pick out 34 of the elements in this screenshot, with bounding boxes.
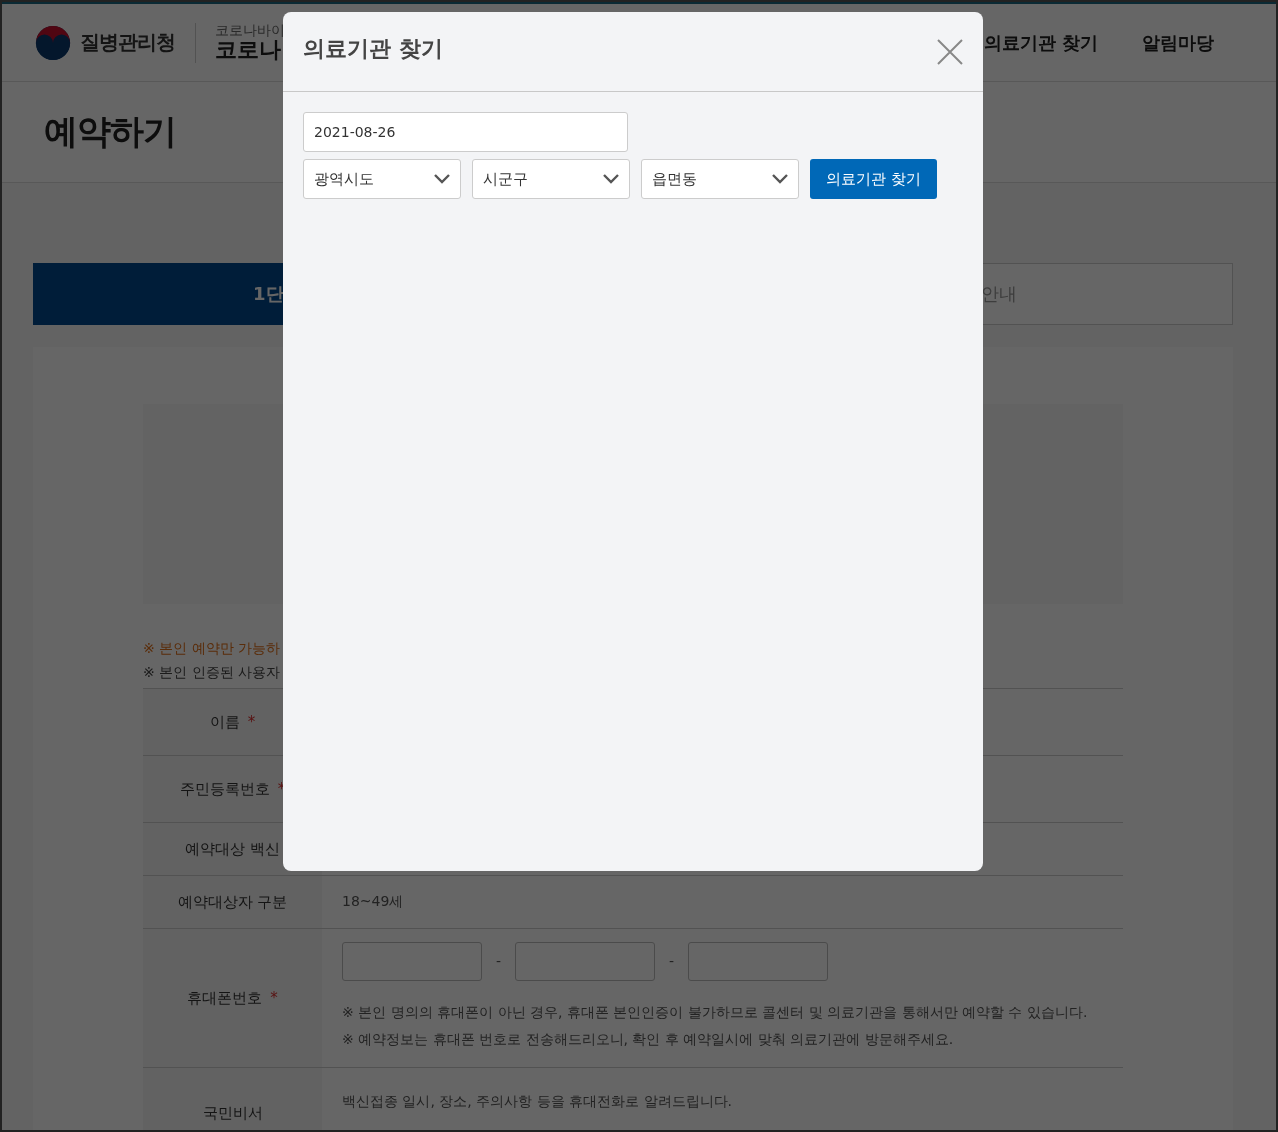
phone-field[interactable] xyxy=(342,942,482,981)
dash: - xyxy=(496,952,502,971)
field-value: 백신접종 일시, 장소, 주의사항 등을 휴대전화로 알려드립니다. xyxy=(342,1093,734,1111)
site-subtitle: 코로나바이 xyxy=(215,22,285,39)
field-label: 휴대폰번호 xyxy=(187,988,263,1008)
chevron-icon xyxy=(434,174,450,184)
modal-title: 의료기관 찾기 xyxy=(303,34,443,63)
logo-icon xyxy=(34,23,72,62)
dropdown[interactable]: 시군구 xyxy=(472,159,630,199)
site-title: 코로나 xyxy=(215,38,282,63)
field-label: 주민등록번호 xyxy=(179,779,270,799)
page-title: 예약하기 xyxy=(44,110,176,153)
search-button[interactable]: 의료기관 찾기 xyxy=(810,159,937,199)
dash: - xyxy=(669,952,675,971)
required-mark: * xyxy=(247,713,256,731)
agency-name: 질병관리청 xyxy=(80,29,175,56)
close-icon[interactable] xyxy=(937,38,963,65)
notice-text: ※ 본인 예약만 가능하 xyxy=(143,640,282,658)
field-label: 국민비서 xyxy=(202,1104,263,1123)
field-label: 예약대상 백신 xyxy=(185,839,280,859)
notice-text: ※ 본인 인증된 사용자 xyxy=(143,664,282,682)
phone-field[interactable] xyxy=(515,942,656,981)
field-label: 이름 xyxy=(209,712,240,732)
field-label: 예약대상자 구분 xyxy=(177,892,288,912)
dropdown[interactable]: 읍면동 xyxy=(641,159,799,199)
field-value: 18~49세 xyxy=(342,893,405,911)
required-mark: * xyxy=(270,989,278,1007)
phone-note: ※ 예약정보는 휴대폰 번호로 전송해드리오니, 확인 후 예약일시에 맞춰 의료기관에 방문해주세요. xyxy=(342,1030,955,1049)
phone-note: ※ 본인 명의의 휴대폰이 아닌 경우, 휴대폰 본인인증이 불가하므로 콜센터 및 의료기관을 통해서만 예약할 수 있습니다. xyxy=(342,1003,1089,1022)
date-field[interactable]: 2021-08-26 xyxy=(303,112,628,152)
dropdown[interactable]: 광역시도 xyxy=(303,159,461,199)
chevron-icon xyxy=(603,174,619,184)
chevron-icon xyxy=(772,174,788,184)
phone-field[interactable] xyxy=(688,942,829,981)
